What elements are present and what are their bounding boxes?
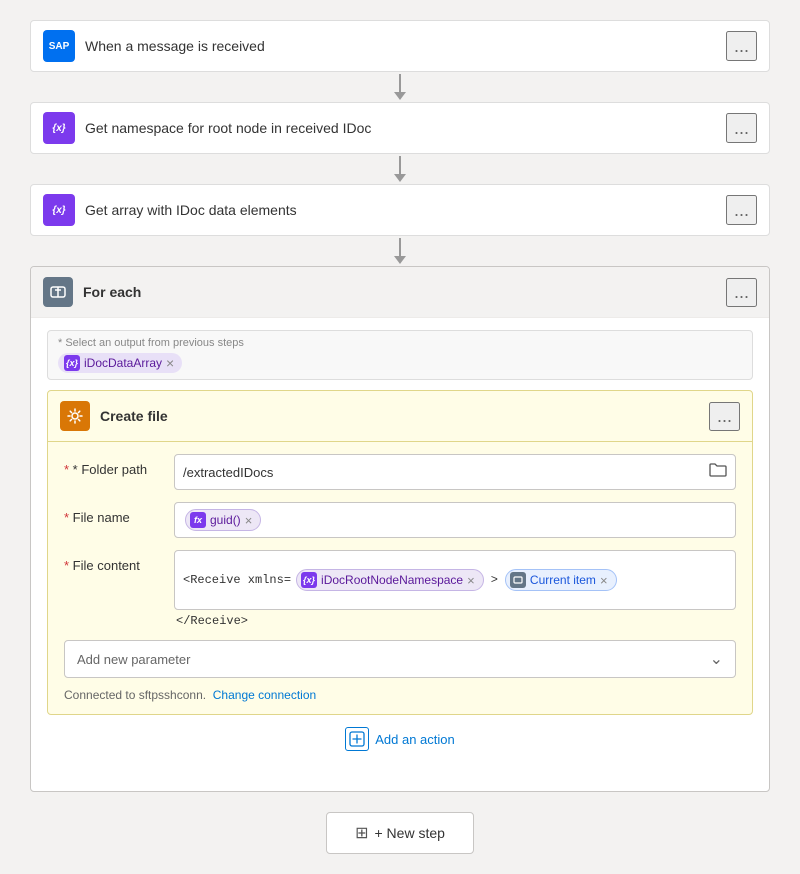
loop-pill-icon — [510, 572, 526, 588]
file-name-row: * File name fx guid() × — [64, 502, 736, 538]
folder-path-field[interactable]: /extractedIDocs — [174, 454, 736, 490]
connector-1 — [394, 74, 406, 100]
add-action-svg-icon — [349, 731, 365, 747]
connector-arrow-3 — [394, 256, 406, 264]
connection-info: Connected to sftpsshconn. Change connect… — [64, 688, 736, 702]
foreach-icon — [43, 277, 73, 307]
add-param-row[interactable]: Add new parameter ⌄ — [64, 640, 736, 678]
foreach-title: For each — [83, 284, 726, 300]
file-content-label-text: File content — [73, 558, 140, 573]
receive-suffix: </Receive> — [174, 614, 736, 628]
file-content-req: * — [64, 558, 73, 573]
create-file-more-button[interactable]: ... — [709, 402, 740, 431]
add-param-text: Add new parameter — [77, 652, 190, 667]
connector-line-2 — [399, 156, 401, 174]
create-file-header: Create file ... — [48, 391, 752, 442]
current-item-pill: Current item × — [505, 569, 617, 591]
current-item-label: Current item — [530, 573, 596, 587]
tag-icon-x: {x} — [64, 355, 80, 371]
folder-svg-icon — [709, 462, 727, 478]
get-namespace-card: {x} Get namespace for root node in recei… — [30, 102, 770, 154]
loop-svg-icon — [49, 283, 67, 301]
file-name-req: * — [64, 510, 73, 525]
var-icon-label-3: {x} — [52, 205, 65, 216]
change-connection-link[interactable]: Change connection — [213, 688, 316, 702]
new-step-icon: ⊞ — [355, 823, 368, 843]
sap-trigger-title: When a message is received — [85, 38, 726, 54]
sap-trigger-more-button[interactable]: ... — [726, 31, 757, 61]
new-step-button[interactable]: ⊞ + New step — [326, 812, 474, 854]
middle-text: > — [491, 573, 498, 587]
var-icon-2: {x} — [43, 112, 75, 144]
create-file-icon — [60, 401, 90, 431]
add-action-text: Add an action — [375, 732, 455, 747]
get-array-card: {x} Get array with IDoc data elements ..… — [30, 184, 770, 236]
folder-path-label-text: * Folder path — [73, 462, 147, 477]
new-step-label: + New step — [374, 825, 444, 841]
get-namespace-title: Get namespace for root node in received … — [85, 120, 726, 136]
guid-pill-close[interactable]: × — [245, 514, 253, 527]
folder-browse-icon[interactable] — [709, 462, 727, 483]
connector-arrow-1 — [394, 92, 406, 100]
select-output-field[interactable]: * Select an output from previous steps {… — [47, 330, 753, 380]
guid-pill: fx guid() × — [185, 509, 261, 531]
current-item-close[interactable]: × — [600, 574, 608, 587]
tag-close-button[interactable]: × — [166, 356, 174, 370]
folder-path-row: * * Folder path /extractedIDocs — [64, 454, 736, 490]
create-file-body: * * Folder path /extractedIDocs — [48, 442, 752, 714]
flow-container: SAP When a message is received ... {x} G… — [30, 20, 770, 854]
create-file-title: Create file — [100, 408, 709, 424]
add-action-row[interactable]: Add an action — [47, 715, 753, 763]
tag-label: iDocDataArray — [84, 356, 162, 370]
file-name-field[interactable]: fx guid() × — [174, 502, 736, 538]
foreach-body: * Select an output from previous steps {… — [31, 318, 769, 775]
file-content-label: * File content — [64, 550, 174, 573]
sap-trigger-card: SAP When a message is received ... — [30, 20, 770, 72]
get-array-more-button[interactable]: ... — [726, 195, 757, 225]
receive-prefix-text: <Receive xmlns= — [183, 573, 291, 587]
connector-2 — [394, 156, 406, 182]
connector-line-1 — [399, 74, 401, 92]
loop-small-svg — [513, 575, 523, 585]
get-namespace-more-button[interactable]: ... — [726, 113, 757, 143]
folder-path-value: /extractedIDocs — [183, 465, 273, 480]
file-content-row: * File content <Receive xmlns= {x} iDocR… — [64, 550, 736, 628]
add-action-icon — [345, 727, 369, 751]
file-name-label-text: File name — [73, 510, 130, 525]
connector-line-3 — [399, 238, 401, 256]
get-array-title: Get array with IDoc data elements — [85, 202, 726, 218]
var-icon-label-2: {x} — [52, 123, 65, 134]
foreach-container: For each ... * Select an output from pre… — [30, 266, 770, 792]
connector-arrow-2 — [394, 174, 406, 182]
file-name-label: * File name — [64, 502, 174, 525]
namespace-pill-label: iDocRootNodeNamespace — [321, 573, 463, 587]
idoc-data-array-tag: {x} iDocDataArray × — [58, 353, 182, 373]
folder-path-req: * — [64, 462, 73, 477]
chevron-down-icon: ⌄ — [710, 649, 723, 669]
folder-path-label: * * Folder path — [64, 454, 174, 477]
connection-text: Connected to sftpsshconn. — [64, 688, 206, 702]
namespace-pill-icon: {x} — [301, 572, 317, 588]
sap-icon-label: SAP — [49, 41, 70, 52]
fx-icon: fx — [190, 512, 206, 528]
foreach-header: For each ... — [31, 267, 769, 318]
namespace-pill: {x} iDocRootNodeNamespace × — [296, 569, 484, 591]
select-output-label: * Select an output from previous steps — [58, 337, 742, 349]
var-icon-3: {x} — [43, 194, 75, 226]
namespace-pill-close[interactable]: × — [467, 574, 475, 587]
create-file-svg-icon — [66, 407, 84, 425]
connector-3 — [394, 238, 406, 264]
file-content-field[interactable]: <Receive xmlns= {x} iDocRootNodeNamespac… — [174, 550, 736, 610]
foreach-more-button[interactable]: ... — [726, 278, 757, 307]
guid-pill-label: guid() — [210, 513, 241, 527]
create-file-card: Create file ... * * Folder path /extract… — [47, 390, 753, 715]
sap-icon: SAP — [43, 30, 75, 62]
